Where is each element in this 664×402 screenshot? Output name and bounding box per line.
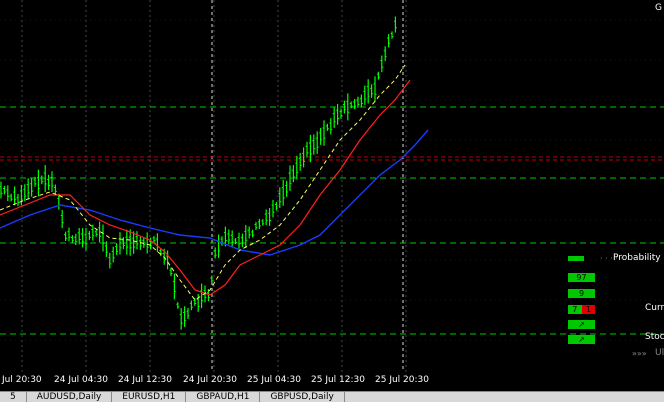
value-box: 9 bbox=[568, 289, 595, 298]
trend-arrow-icon-2: ↗ bbox=[568, 335, 595, 344]
split-box: 7 1 bbox=[568, 305, 595, 314]
time-label: 24 Jul 12:30 bbox=[118, 375, 172, 385]
split-box-left: 7 bbox=[568, 305, 582, 314]
time-label: 25 Jul 12:30 bbox=[311, 375, 365, 385]
ult-label: Ul bbox=[655, 348, 664, 358]
chart-tabs: 5 AUDUSD,Daily EURUSD,H1 GBPAUD,H1 GBPUS… bbox=[0, 391, 664, 402]
time-label: 25 Jul 20:30 bbox=[375, 375, 429, 385]
curr-label: Curr bbox=[645, 303, 664, 313]
split-box-right: 1 bbox=[581, 305, 595, 314]
corner-label: G bbox=[655, 3, 662, 13]
ult-prefix: »»» bbox=[632, 349, 647, 358]
price-levels bbox=[0, 106, 664, 335]
time-label: 24 Jul 20:30 bbox=[183, 375, 237, 385]
dotted-separator: · · · · · · · · · · · bbox=[600, 254, 654, 263]
time-label: Jul 20:30 bbox=[2, 375, 42, 385]
trend-arrow-icon: ↗ bbox=[568, 320, 595, 329]
price-chart[interactable] bbox=[0, 0, 664, 372]
time-label: 25 Jul 04:30 bbox=[247, 375, 301, 385]
signal-bars-icon bbox=[568, 256, 584, 261]
probability-box: 97 bbox=[568, 273, 595, 282]
stoc-label: Stoc bbox=[645, 332, 664, 342]
time-label: 24 Jul 04:30 bbox=[54, 375, 108, 385]
chart-grid bbox=[0, 0, 664, 372]
